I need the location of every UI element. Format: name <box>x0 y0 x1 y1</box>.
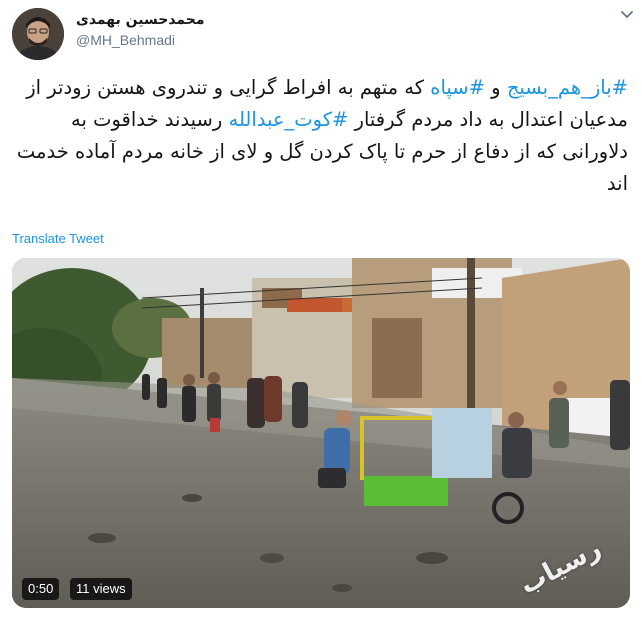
tweet-text-segment: و <box>484 76 507 99</box>
avatar[interactable] <box>12 8 64 60</box>
video-views-badge: 11 views <box>70 578 132 600</box>
avatar-image <box>12 8 64 60</box>
video-frame <box>12 258 630 608</box>
video-duration-badge: 0:50 <box>22 578 60 600</box>
username-handle[interactable]: @MH_Behmadi <box>76 32 205 48</box>
video-player[interactable]: رسیاب 0:50 11 views <box>12 258 630 608</box>
tweet-text: #باز_هم_بسیج و #سپاه که متهم به افراط گر… <box>10 72 628 200</box>
hashtag-sepah[interactable]: #سپاه <box>430 76 485 99</box>
user-info: محمدحسین بهمدی @MH_Behmadi <box>76 12 205 48</box>
chevron-down-icon[interactable] <box>618 6 636 24</box>
hashtag-baz-ham-basij[interactable]: #باز_هم_بسیج <box>507 76 628 99</box>
hashtag-kut-abdollah[interactable]: #کوت_عبدالله <box>229 108 349 131</box>
display-name[interactable]: محمدحسین بهمدی <box>76 12 205 28</box>
translate-tweet-link[interactable]: Translate Tweet <box>12 231 104 246</box>
